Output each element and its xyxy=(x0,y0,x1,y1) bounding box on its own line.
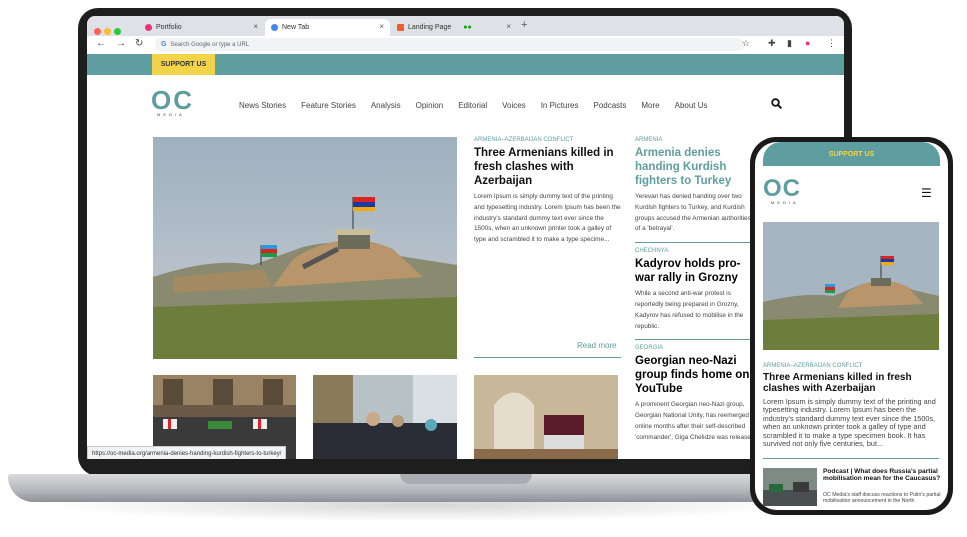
address-toolbar: ← → ↻ G Search Google or type a URL ☆ ✚ … xyxy=(87,36,844,55)
tab-portfolio[interactable]: Portfolio × xyxy=(139,19,264,36)
lead-title[interactable]: Three Armenians killed in fresh clashes … xyxy=(474,146,621,188)
status-bar-url: https://oc-media.org/armenia-denies-hand… xyxy=(87,446,287,459)
divider xyxy=(763,458,939,459)
lead-excerpt: Lorem Ipsum is simply dummy text of the … xyxy=(474,193,621,244)
menu-in-pictures[interactable]: In Pictures xyxy=(541,101,579,110)
google-favicon-icon xyxy=(271,24,278,31)
menu-news-stories[interactable]: News Stories xyxy=(239,101,286,110)
minimize-window-button[interactable] xyxy=(104,28,111,35)
thumbnail-voting[interactable] xyxy=(474,375,618,459)
back-arrow-icon[interactable]: ← xyxy=(96,38,106,49)
laptop-screen: Portfolio × New Tab × Landing Page ●● × … xyxy=(87,16,844,459)
divider xyxy=(474,357,621,358)
website: SUPPORT US OC MEDIA News Stories Feature… xyxy=(87,54,844,459)
menu-kebab-icon[interactable]: ⋮ xyxy=(827,38,836,49)
tab-new-tab[interactable]: New Tab × xyxy=(265,19,390,36)
phone-support-bar[interactable]: SUPPORT US xyxy=(763,142,940,166)
figma-favicon-icon xyxy=(397,24,404,31)
phone-kicker[interactable]: ARMENIA–AZERBAIJAN CONFLICT xyxy=(763,363,862,369)
phone-logo[interactable]: OC MEDIA xyxy=(763,175,801,206)
menu-more[interactable]: More xyxy=(641,101,659,110)
phone-lead-title[interactable]: Three Armenians killed in fresh clashes … xyxy=(763,372,939,394)
lead-article[interactable]: ARMENIA–AZERBAIJAN CONFLICT Three Armeni… xyxy=(474,137,621,246)
tab-bar: Portfolio × New Tab × Landing Page ●● × … xyxy=(87,16,844,36)
reload-icon[interactable]: ↻ xyxy=(135,38,143,49)
side-excerpt: While a second anti-war protest is repor… xyxy=(635,290,744,330)
side-article[interactable]: GEORGIA Georgian neo-Nazi group finds ho… xyxy=(635,345,755,443)
side-column: ARMENIA Armenia denies handing Kurdish f… xyxy=(635,137,755,444)
lead-kicker[interactable]: ARMENIA–AZERBAIJAN CONFLICT xyxy=(474,137,621,143)
tab-landing-page[interactable]: Landing Page ●● × xyxy=(391,19,517,36)
phone-screen: SUPPORT US OC MEDIA ☰ ARMENIA–AZERBAIJAN… xyxy=(755,142,948,510)
read-more-link[interactable]: Read more xyxy=(577,341,617,350)
portfolio-favicon-icon xyxy=(145,24,152,31)
menu-feature-stories[interactable]: Feature Stories xyxy=(301,101,356,110)
close-tab-icon[interactable]: × xyxy=(506,22,511,31)
tab-label: Landing Page xyxy=(408,24,452,31)
google-g-icon: G xyxy=(161,41,167,48)
logo-oc: OC xyxy=(151,85,194,115)
phone-support-label: SUPPORT US xyxy=(828,151,875,158)
laptop-notch xyxy=(400,474,532,484)
phone-lead-excerpt: Lorem Ipsum is simply dummy text of the … xyxy=(763,397,936,449)
menu-podcasts[interactable]: Podcasts xyxy=(593,101,626,110)
side-title[interactable]: Armenia denies handing Kurdish fighters … xyxy=(635,146,755,188)
phone-lead-image[interactable] xyxy=(763,222,939,350)
sidebar-icon[interactable]: ▮ xyxy=(787,38,792,49)
phone-podcast-excerpt: OC Media's staff discuss reactions to Pu… xyxy=(823,492,941,504)
menu-editorial[interactable]: Editorial xyxy=(458,101,487,110)
side-article[interactable]: ARMENIA Armenia denies handing Kurdish f… xyxy=(635,137,755,235)
omnibox[interactable]: G Search Google or type a URL xyxy=(155,38,745,51)
support-us-button[interactable]: SUPPORT US xyxy=(152,54,215,75)
tab-label: New Tab xyxy=(282,24,310,31)
side-kicker[interactable]: GEORGIA xyxy=(635,345,755,351)
side-article[interactable]: CHECHNYA Kadyrov holds pro-war rally in … xyxy=(635,248,755,332)
phone-podcast-title[interactable]: Podcast | What does Russia's partial mob… xyxy=(823,468,943,483)
forward-arrow-icon[interactable]: → xyxy=(116,38,126,49)
bookmark-star-icon[interactable]: ☆ xyxy=(742,38,750,49)
side-title[interactable]: Georgian neo-Nazi group finds home on Yo… xyxy=(635,354,755,396)
menu-voices[interactable]: Voices xyxy=(502,101,526,110)
divider xyxy=(635,339,755,341)
divider xyxy=(635,242,755,244)
omnibox-placeholder: Search Google or type a URL xyxy=(170,41,250,48)
menu-opinion[interactable]: Opinion xyxy=(416,101,444,110)
side-excerpt: Yerevan has denied handing over two Kurd… xyxy=(635,193,751,233)
menu-about-us[interactable]: About Us xyxy=(675,101,708,110)
hamburger-menu-icon[interactable]: ☰ xyxy=(921,186,932,200)
search-icon[interactable] xyxy=(771,98,783,112)
close-tab-icon[interactable]: × xyxy=(253,22,258,31)
close-tab-icon[interactable]: × xyxy=(379,22,384,31)
logo-oc: OC xyxy=(763,175,801,202)
close-window-button[interactable] xyxy=(94,28,101,35)
thumbnail-police[interactable] xyxy=(313,375,457,459)
side-kicker[interactable]: CHECHNYA xyxy=(635,248,755,254)
new-tab-button[interactable]: + xyxy=(521,19,527,31)
side-excerpt: A prominent Georgian neo-Nazi group, Geo… xyxy=(635,401,755,441)
side-title[interactable]: Kadyrov holds pro-war rally in Grozny xyxy=(635,257,755,285)
maximize-window-button[interactable] xyxy=(114,28,121,35)
lead-image[interactable] xyxy=(153,137,457,359)
profile-avatar-icon[interactable]: ● xyxy=(805,38,810,48)
phone-podcast-thumbnail[interactable] xyxy=(763,468,817,506)
menu-analysis[interactable]: Analysis xyxy=(371,101,401,110)
main-menu: News Stories Feature Stories Analysis Op… xyxy=(239,101,723,110)
side-kicker[interactable]: ARMENIA xyxy=(635,137,755,143)
recording-indicator-icon: ●● xyxy=(463,24,472,31)
extensions-icon[interactable]: ✚ xyxy=(768,38,776,49)
site-logo[interactable]: OC MEDIA xyxy=(151,85,194,117)
tab-label: Portfolio xyxy=(156,24,182,31)
